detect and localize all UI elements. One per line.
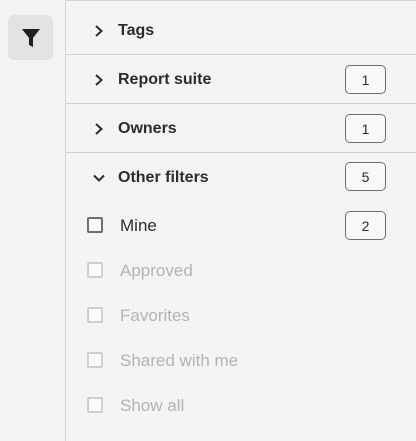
count-badge: 1: [345, 114, 386, 143]
option-label: Show all: [120, 396, 185, 415]
option-shared-with-me: Shared with me: [86, 346, 406, 376]
divider: [66, 0, 416, 1]
section-report-suite[interactable]: Report suite 1: [66, 55, 416, 104]
count-badge: 1: [345, 65, 386, 94]
checkbox: [87, 397, 103, 413]
checkbox: [87, 307, 103, 323]
filter-panel: Tags Report suite 1 Owners 1 Other filte…: [66, 0, 416, 441]
chevron-right-icon: [95, 122, 103, 135]
option-label: Favorites: [120, 306, 190, 325]
option-label: Mine: [120, 216, 157, 235]
chevron-down-icon: [93, 174, 105, 182]
checkbox: [87, 262, 103, 278]
chevron-right-icon: [95, 73, 103, 86]
section-label: Other filters: [118, 168, 209, 186]
count-badge: 5: [345, 162, 386, 191]
option-label: Shared with me: [120, 351, 239, 370]
option-mine[interactable]: Mine 2: [86, 211, 406, 241]
left-rail: [0, 0, 66, 441]
section-owners[interactable]: Owners 1: [66, 104, 416, 153]
section-label: Owners: [118, 119, 177, 137]
option-approved: Approved: [86, 256, 406, 286]
section-label: Report suite: [118, 70, 212, 88]
chevron-right-icon: [95, 24, 103, 37]
filter-icon: [21, 28, 40, 47]
option-show-all: Show all: [86, 391, 406, 421]
checkbox: [87, 352, 103, 368]
option-favorites: Favorites: [86, 301, 406, 331]
option-label: Approved: [120, 261, 193, 280]
checkbox[interactable]: [87, 217, 103, 233]
count-badge: 2: [345, 211, 386, 240]
section-tags[interactable]: Tags: [66, 6, 416, 55]
section-label: Tags: [118, 21, 155, 39]
section-other-filters[interactable]: Other filters 5: [66, 153, 416, 202]
filter-toggle-button[interactable]: [8, 15, 53, 60]
